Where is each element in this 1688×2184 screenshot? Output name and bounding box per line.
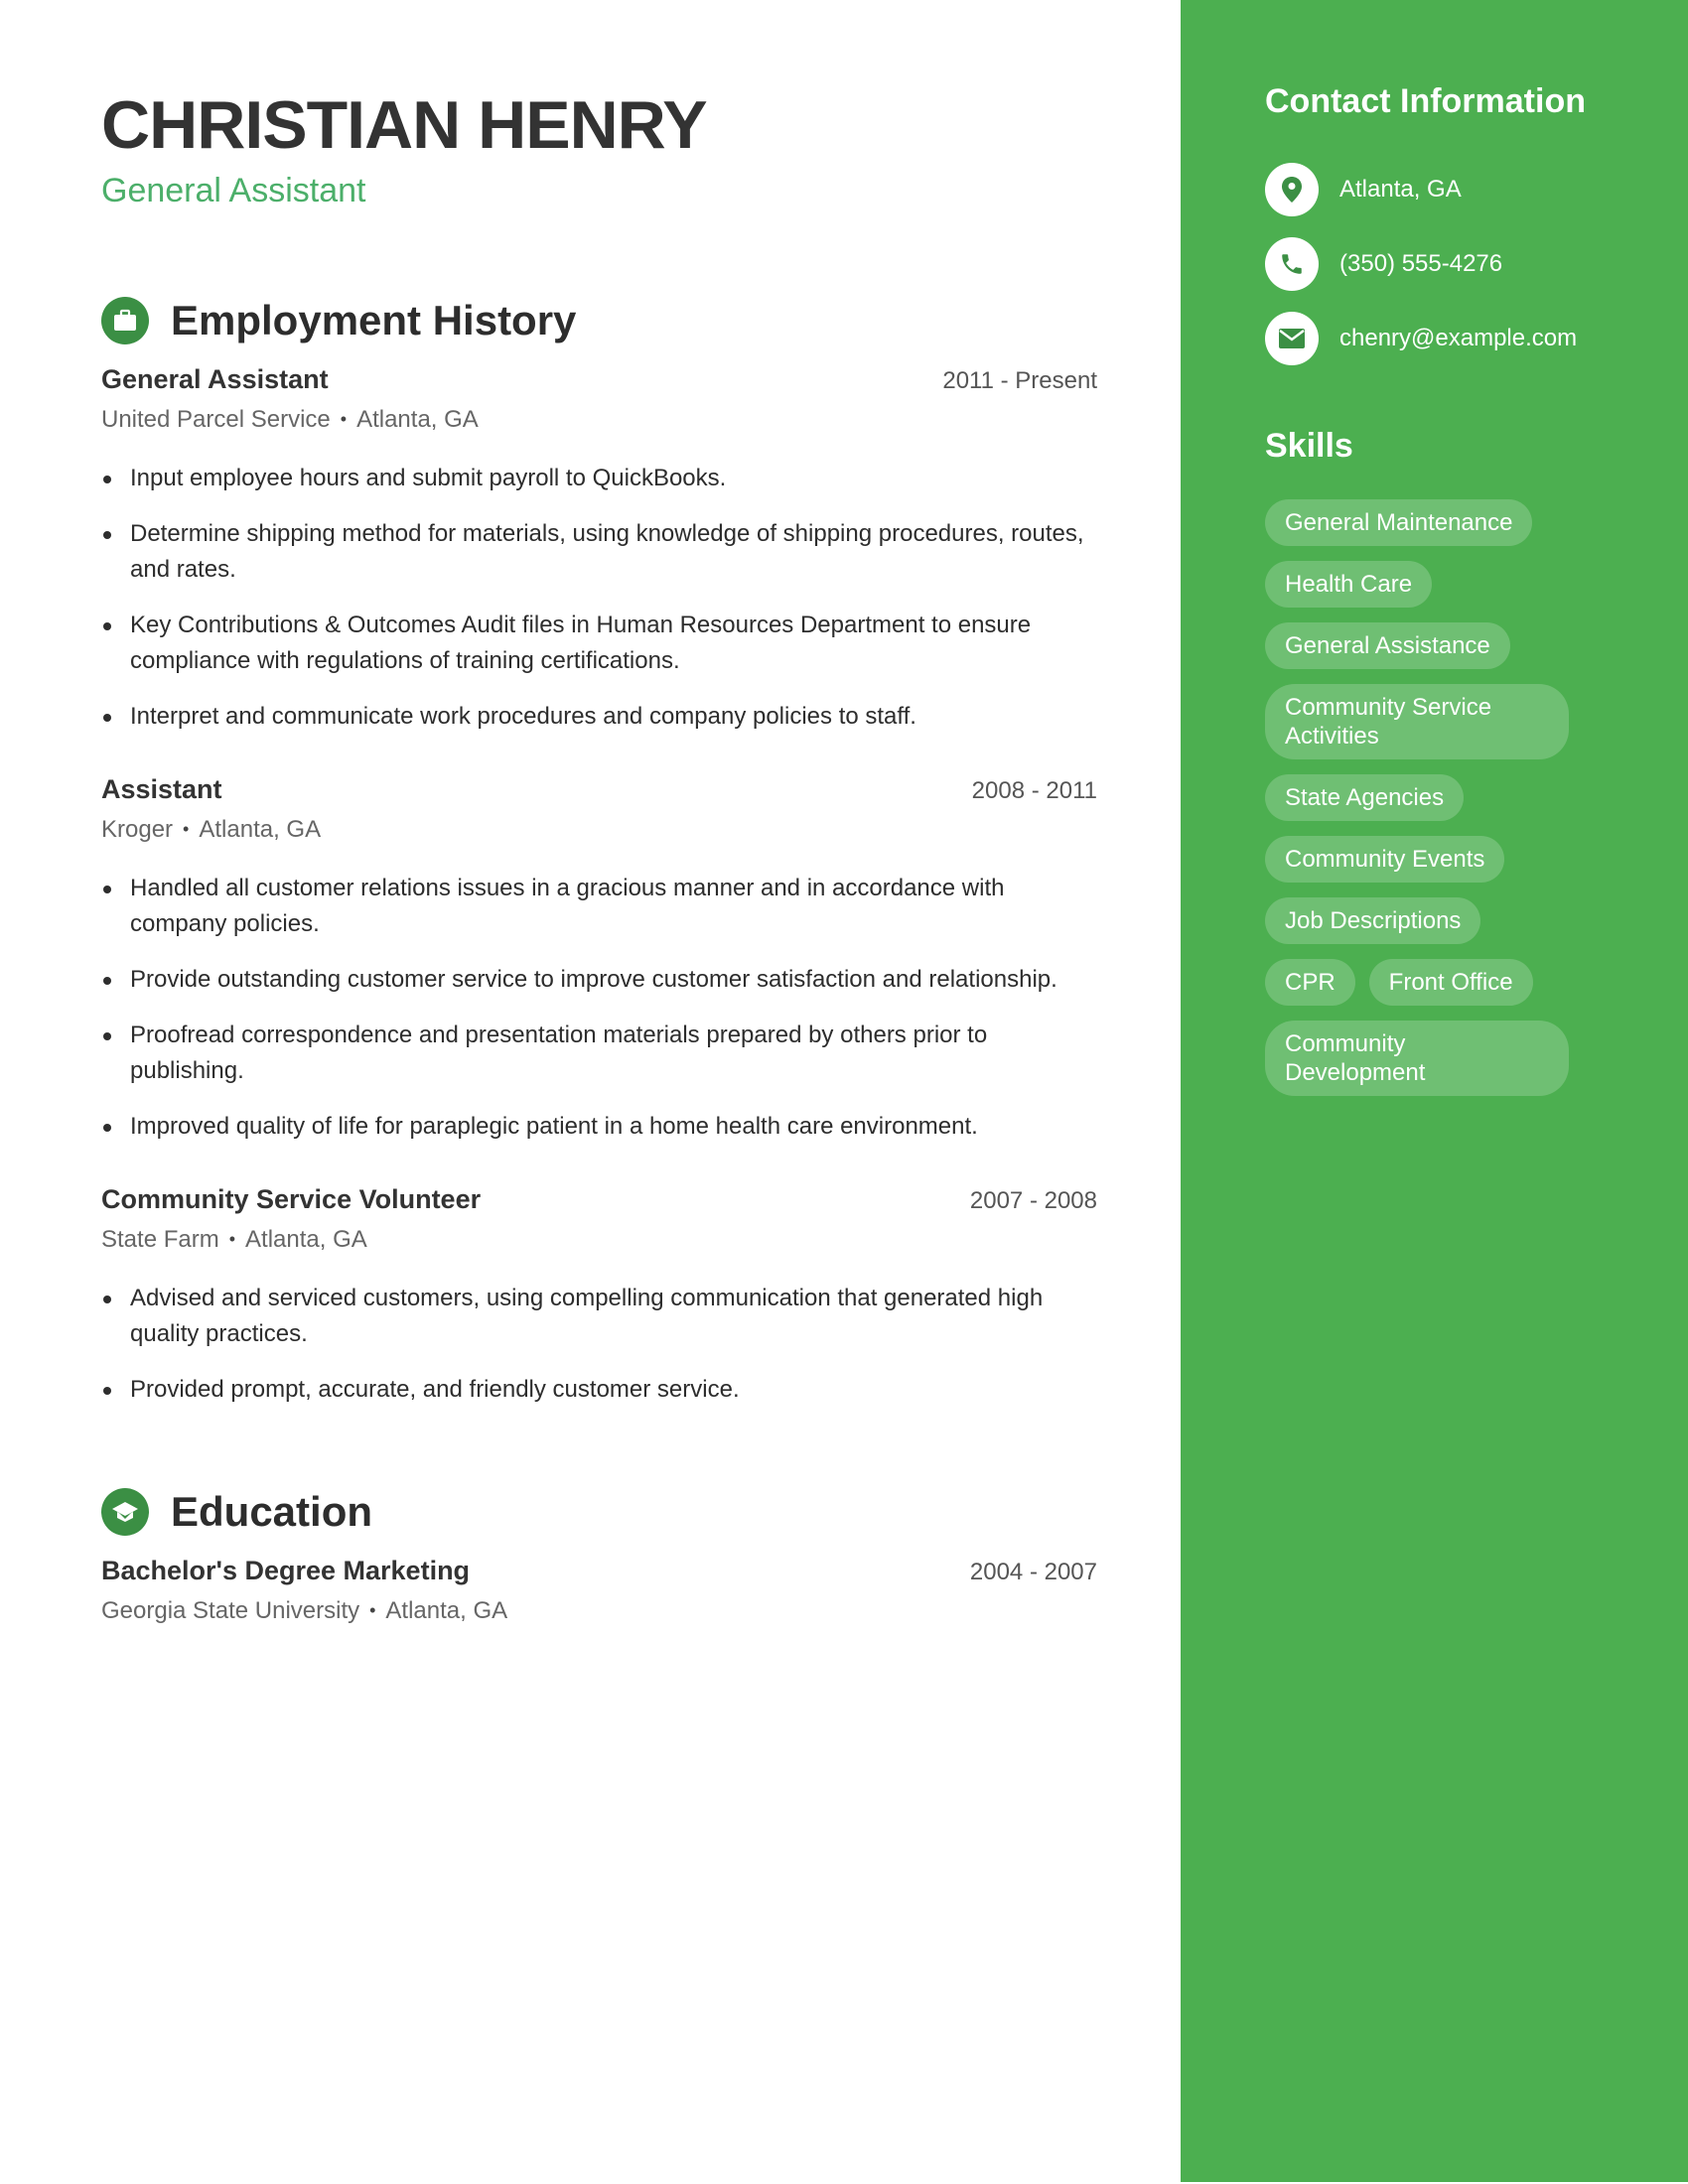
- education-section-header: Education: [101, 1487, 372, 1537]
- contact-location-text: Atlanta, GA: [1339, 176, 1462, 203]
- skill-tag: Front Office: [1368, 959, 1533, 1006]
- candidate-name: CHRISTIAN HENRY: [101, 87, 708, 163]
- bullet-item: Interpret and communicate work procedure…: [101, 699, 1097, 735]
- bullet-item: Provided prompt, accurate, and friendly …: [101, 1372, 1097, 1408]
- education-dates: 2004 - 2007: [969, 1559, 1097, 1585]
- job-bullets: Input employee hours and submit payroll …: [101, 461, 1097, 735]
- skills-heading: Skills: [1265, 427, 1353, 465]
- contact-email: chenry@example.com: [1265, 312, 1577, 365]
- skill-tag: Community Events: [1265, 836, 1505, 883]
- job-employer-line: State Farm • Atlanta, GA: [101, 1222, 1097, 1257]
- contact-location: Atlanta, GA: [1265, 163, 1462, 216]
- employment-entry: Assistant 2008 - 2011 Kroger • Atlanta, GA…: [101, 772, 1097, 1164]
- envelope-icon: [1265, 312, 1319, 365]
- bullet-item: Provide outstanding customer service to …: [101, 962, 1097, 998]
- separator-dot: •: [183, 819, 190, 839]
- employer: Kroger: [101, 816, 174, 843]
- job-dates: 2008 - 2011: [971, 777, 1097, 804]
- job-location: Atlanta, GA: [356, 406, 479, 433]
- contact-heading: Contact Information: [1265, 82, 1586, 120]
- degree-title: Bachelor's Degree Marketing: [101, 1556, 471, 1585]
- school-location: Atlanta, GA: [385, 1597, 508, 1624]
- job-title: General Assistant: [101, 364, 329, 394]
- contact-email-text: chenry@example.com: [1339, 325, 1578, 351]
- bullet-item: Input employee hours and submit payroll …: [101, 461, 1097, 496]
- job-employer-line: Kroger • Atlanta, GA: [101, 812, 1097, 847]
- bullet-item: Proofread correspondence and presentatio…: [101, 1018, 1097, 1089]
- bullet-item: Determine shipping method for materials,…: [101, 516, 1097, 588]
- sidebar: Contact Information Atlanta, GA (350) 55…: [1181, 0, 1688, 2182]
- bullet-item: Advised and serviced customers, using co…: [101, 1281, 1097, 1352]
- contact-phone-text: (350) 555-4276: [1339, 250, 1503, 277]
- skill-tag: CPR: [1265, 959, 1355, 1006]
- job-title: Community Service Volunteer: [101, 1184, 482, 1214]
- education-entry: Bachelor's Degree Marketing 2004 - 2007 …: [101, 1554, 1097, 1628]
- graduation-cap-icon: [101, 1488, 149, 1536]
- skill-tag: General Maintenance: [1265, 499, 1533, 546]
- separator-dot: •: [340, 409, 348, 429]
- skill-tag: Community Service Activities: [1265, 684, 1569, 759]
- education-heading: Education: [171, 1488, 373, 1535]
- job-dates: 2007 - 2008: [969, 1187, 1097, 1214]
- job-bullets: Advised and serviced customers, using co…: [101, 1281, 1097, 1408]
- bullet-item: Handled all customer relations issues in…: [101, 871, 1097, 942]
- candidate-title: General Assistant: [101, 172, 366, 209]
- employment-heading: Employment History: [171, 297, 577, 343]
- job-location: Atlanta, GA: [199, 816, 322, 843]
- employment-entry: General Assistant 2011 - Present United …: [101, 362, 1097, 754]
- employer: United Parcel Service: [101, 406, 331, 433]
- skill-tag: Job Descriptions: [1265, 897, 1481, 944]
- employer: State Farm: [101, 1226, 219, 1253]
- separator-dot: •: [369, 1600, 376, 1620]
- map-pin-icon: [1265, 163, 1319, 216]
- phone-icon: [1265, 237, 1319, 291]
- skill-tag: State Agencies: [1265, 774, 1465, 821]
- bullet-item: Improved quality of life for paraplegic …: [101, 1109, 1097, 1145]
- skill-tag: Health Care: [1265, 561, 1433, 608]
- employment-entry: Community Service Volunteer 2007 - 2008 …: [101, 1182, 1097, 1428]
- job-employer-line: United Parcel Service • Atlanta, GA: [101, 402, 1097, 437]
- skills-list: General Maintenance Health Care General …: [1265, 499, 1583, 1111]
- school-line: Georgia State University • Atlanta, GA: [101, 1593, 1097, 1628]
- employment-section-header: Employment History: [101, 296, 576, 345]
- skill-tag: General Assistance: [1265, 622, 1510, 669]
- job-title: Assistant: [101, 774, 222, 804]
- job-dates: 2011 - Present: [942, 367, 1097, 394]
- job-location: Atlanta, GA: [245, 1226, 367, 1253]
- separator-dot: •: [228, 1229, 236, 1249]
- briefcase-icon: [101, 297, 149, 344]
- contact-phone: (350) 555-4276: [1265, 237, 1502, 291]
- job-bullets: Handled all customer relations issues in…: [101, 871, 1097, 1145]
- skill-tag: Community Development: [1265, 1021, 1569, 1096]
- school-name: Georgia State University: [101, 1597, 360, 1624]
- bullet-item: Key Contributions & Outcomes Audit files…: [101, 608, 1097, 679]
